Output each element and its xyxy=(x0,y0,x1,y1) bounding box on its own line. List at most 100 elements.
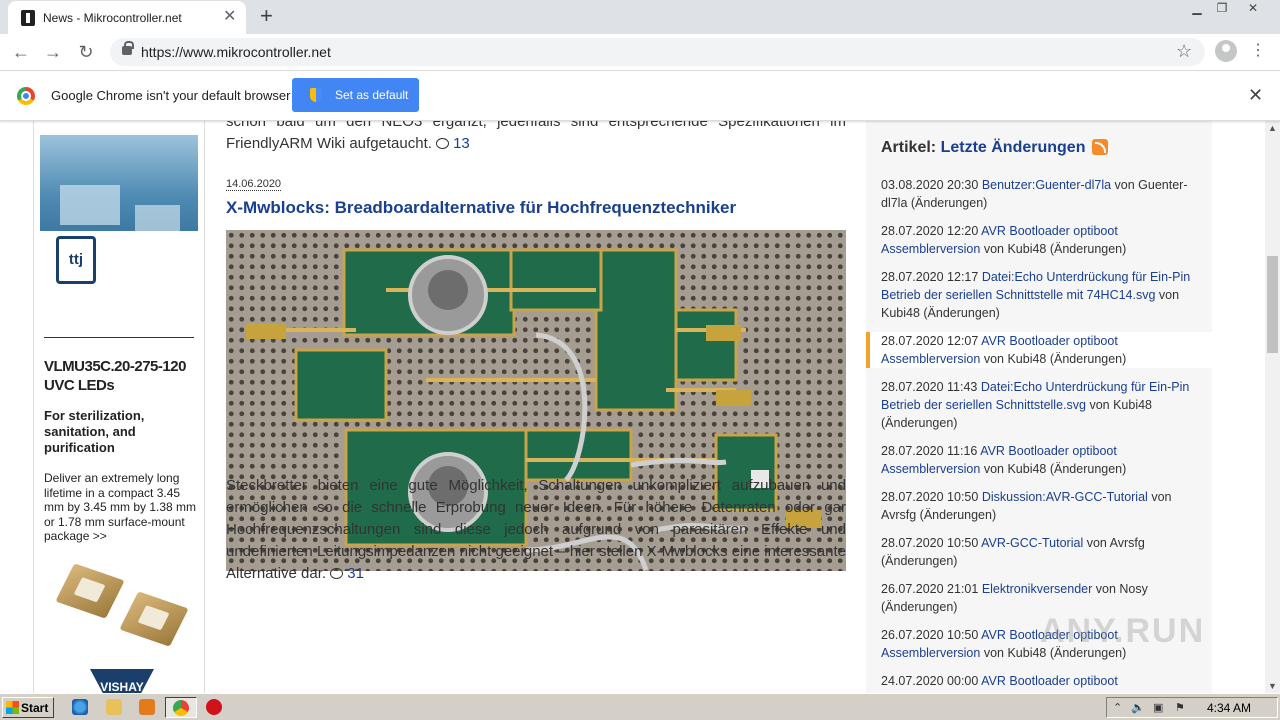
page-scrollbar[interactable]: ▲ ▼ xyxy=(1265,121,1280,693)
chrome-taskbar-icon xyxy=(173,700,189,716)
action-center-flag-icon[interactable]: ⚑ xyxy=(1175,701,1185,714)
change-timestamp: 28.07.2020 10:50 xyxy=(881,490,979,504)
comment-count: 31 xyxy=(347,565,364,582)
change-timestamp: 28.07.2020 10:50 xyxy=(881,536,979,550)
back-button[interactable]: ← xyxy=(9,41,33,65)
lock-icon xyxy=(122,41,134,55)
bookmark-star-icon[interactable]: ☆ xyxy=(1176,41,1192,62)
article-comments-link[interactable]: 31 xyxy=(330,565,364,582)
scrollbar-thumb[interactable] xyxy=(1267,256,1278,353)
ad-logo: ttj xyxy=(56,236,96,284)
set-default-button[interactable]: Set as default xyxy=(292,78,419,112)
article-teaser: Steckbretter bieten eine gute Möglichkei… xyxy=(226,475,846,585)
kebab-menu-icon[interactable]: ⋮ xyxy=(1250,40,1266,60)
recent-change-item: 28.07.2020 10:50 AVR-GCC-Tutorial von Av… xyxy=(866,534,1212,570)
change-timestamp: 28.07.2020 12:17 xyxy=(881,270,979,284)
recent-changes-link[interactable]: Letzte Änderungen xyxy=(941,139,1086,156)
new-tab-button[interactable]: + xyxy=(260,4,273,28)
heading-prefix: Artikel: xyxy=(881,139,937,156)
change-author[interactable]: von Kubi48 (Änderungen) xyxy=(984,242,1126,256)
recent-change-item: 28.07.2020 11:16 AVR Bootloader optiboot… xyxy=(866,442,1212,478)
windows-taskbar: Start ⌃ 🔈 ▣ ⚑ 4:34 AM xyxy=(0,693,1280,720)
change-page-link[interactable]: AVR Bootloader optiboot xyxy=(981,674,1118,688)
change-timestamp: 03.08.2020 20:30 xyxy=(881,178,979,192)
default-browser-infobar: Google Chrome isn't your default browser… xyxy=(0,72,1280,121)
system-tray: ⌃ 🔈 ▣ ⚑ 4:34 AM xyxy=(1106,697,1278,718)
anyrun-watermark: ANY.RUN xyxy=(1040,612,1206,650)
ad-title[interactable]: VLMU35C.20-275-120 UVC LEDs xyxy=(44,357,202,395)
article-title[interactable]: X-Mwblocks: Breadboardalternative für Ho… xyxy=(226,198,736,218)
clock: 4:34 AM xyxy=(1207,701,1252,715)
change-page-link[interactable]: Diskussion:AVR-GCC-Tutorial xyxy=(982,490,1148,504)
change-timestamp: 26.07.2020 10:50 xyxy=(881,628,979,642)
recent-change-item: 28.07.2020 12:17 Datei:Echo Unterdrückun… xyxy=(866,268,1212,322)
infobar-close-icon[interactable]: ✕ xyxy=(1248,85,1263,106)
recent-change-item: 24.07.2020 00:00 AVR Bootloader optiboot xyxy=(866,672,1212,690)
previous-article-comments-link[interactable]: 13 xyxy=(436,135,470,152)
scroll-up-icon[interactable]: ▲ xyxy=(1268,123,1277,133)
ad-photo-equipment xyxy=(60,185,120,225)
change-timestamp: 24.07.2020 00:00 xyxy=(881,674,979,688)
restore-button[interactable]: ❐ xyxy=(1207,0,1237,18)
browser-tab[interactable]: News - Mikrocontroller.net ✕ xyxy=(8,1,246,34)
comment-icon xyxy=(330,568,344,579)
forward-button[interactable]: → xyxy=(41,41,65,65)
window-close-button[interactable]: ✕ xyxy=(1238,0,1268,18)
ad-divider xyxy=(44,337,194,338)
taskbar-chrome-button[interactable] xyxy=(165,697,197,718)
infobar-message: Google Chrome isn't your default browser xyxy=(51,88,291,103)
change-timestamp: 28.07.2020 12:07 xyxy=(881,334,979,348)
tray-expand-icon[interactable]: ⌃ xyxy=(1113,701,1122,714)
sidebar-advertisement[interactable]: ttj VLMU35C.20-275-120 UVC LEDs For ster… xyxy=(33,121,205,693)
led-chip-image xyxy=(119,591,189,647)
change-timestamp: 28.07.2020 12:20 xyxy=(881,224,979,238)
change-page-link[interactable]: Benutzer:Guenter-dl7la xyxy=(982,178,1111,192)
change-author[interactable]: von Kubi48 (Änderungen) xyxy=(984,462,1126,476)
change-author[interactable]: von Kubi48 (Änderungen) xyxy=(984,352,1126,366)
chrome-logo-icon xyxy=(17,87,35,105)
uac-shield-icon xyxy=(310,88,322,102)
change-page-link[interactable]: AVR-GCC-Tutorial xyxy=(981,536,1083,550)
url-text[interactable]: https://www.mikrocontroller.net xyxy=(141,44,331,60)
rss-feed-icon[interactable] xyxy=(1091,139,1108,155)
set-default-label: Set as default xyxy=(335,88,409,102)
ad-body-text[interactable]: Deliver an extremely long lifetime in a … xyxy=(44,471,202,544)
change-timestamp: 28.07.2020 11:16 xyxy=(881,444,978,458)
media-player-icon[interactable] xyxy=(139,699,155,715)
vishay-logo: VISHAY xyxy=(90,669,154,693)
tab-strip: News - Mikrocontroller.net ✕ + ▁ ❐ ✕ xyxy=(0,0,1280,34)
network-icon[interactable]: ▣ xyxy=(1153,701,1163,714)
article-body: Steckbretter bieten eine gute Möglichkei… xyxy=(226,477,846,582)
change-timestamp: 28.07.2020 11:43 xyxy=(881,380,978,394)
recent-change-item: 28.07.2020 11:43 Datei:Echo Unterdrückun… xyxy=(866,378,1212,432)
recent-changes-heading: Artikel: Letzte Änderungen xyxy=(881,139,1108,157)
change-timestamp: 26.07.2020 21:01 xyxy=(881,582,979,596)
file-explorer-icon[interactable] xyxy=(106,699,122,715)
internet-explorer-icon[interactable] xyxy=(72,699,88,715)
web-page: ttj VLMU35C.20-275-120 UVC LEDs For ster… xyxy=(0,121,1265,693)
recent-change-item: 26.07.2020 21:01 Elektronikversender von… xyxy=(866,580,1212,616)
recent-change-item: 28.07.2020 12:07 AVR Bootloader optiboot… xyxy=(866,332,1212,368)
tab-title: News - Mikrocontroller.net xyxy=(43,11,182,25)
start-label: Start xyxy=(21,701,49,715)
tab-close-icon[interactable]: ✕ xyxy=(223,8,236,26)
previous-article-text: schon bald um den NEO3 ergänzt, jedenfal… xyxy=(226,121,846,155)
security-app-icon[interactable] xyxy=(206,699,222,715)
change-page-link[interactable]: Elektronikversender xyxy=(982,582,1092,596)
scroll-down-icon[interactable]: ▼ xyxy=(1268,681,1277,691)
recent-change-item: 28.07.2020 12:20 AVR Bootloader optiboot… xyxy=(866,222,1212,258)
reload-button[interactable]: ↻ xyxy=(74,41,98,65)
led-chip-image xyxy=(55,563,125,619)
address-bar[interactable]: https://www.mikrocontroller.net ☆ xyxy=(110,38,1205,66)
start-button[interactable]: Start xyxy=(2,697,54,718)
previous-article-body: schon bald um den NEO3 ergänzt, jedenfal… xyxy=(226,121,846,152)
comment-count: 13 xyxy=(453,135,470,152)
ad-logo-band: ttj xyxy=(40,231,198,287)
profile-avatar[interactable] xyxy=(1215,40,1237,62)
recent-change-item: 28.07.2020 10:50 Diskussion:AVR-GCC-Tuto… xyxy=(866,488,1212,524)
article-date: 14.06.2020 xyxy=(226,178,282,191)
site-favicon-icon xyxy=(21,10,35,26)
volume-icon[interactable]: 🔈 xyxy=(1131,701,1145,714)
ad-subtitle: For sterilization, sanitation, and purif… xyxy=(44,408,145,455)
recent-change-item: 03.08.2020 20:30 Benutzer:Guenter-dl7la … xyxy=(866,176,1212,212)
